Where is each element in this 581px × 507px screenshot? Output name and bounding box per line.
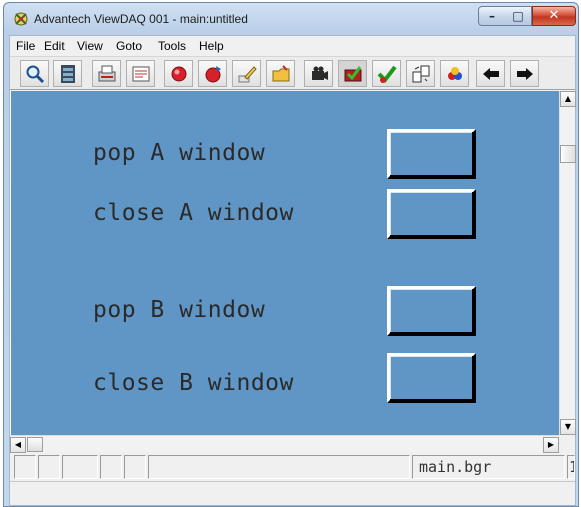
page-switch-button[interactable] — [406, 60, 435, 87]
status-cell — [38, 455, 60, 479]
print-preview-button[interactable] — [92, 60, 121, 87]
menu-edit[interactable]: Edit — [44, 39, 65, 53]
status-file-cell: main.bgr — [412, 455, 565, 479]
status-cell — [100, 455, 122, 479]
menu-goto[interactable]: Goto — [116, 39, 142, 53]
red-check-icon — [344, 66, 362, 82]
maximize-button[interactable]: □ — [505, 6, 532, 26]
scroll-up-button[interactable]: ▲ — [560, 91, 576, 107]
bottom-area — [10, 481, 575, 505]
pop-b-label: pop B window — [93, 297, 266, 323]
edit-button[interactable] — [232, 60, 261, 87]
close-icon: ✕ — [548, 8, 560, 23]
status-cell — [62, 455, 98, 479]
title-bar[interactable]: Advantech ViewDAQ 001 - main:untitled – … — [4, 3, 578, 33]
toolbar — [10, 56, 575, 90]
colors-icon — [448, 67, 462, 80]
menu-bar: File Edit View Goto Tools Help — [10, 36, 575, 56]
status-extra-cell: 1 — [567, 455, 575, 479]
report-icon — [132, 66, 150, 82]
maximize-icon: □ — [512, 9, 524, 23]
status-extra: 1 — [569, 458, 574, 476]
scroll-left-button[interactable]: ◀ — [10, 437, 26, 453]
minimize-icon: – — [489, 9, 495, 23]
red-check-button[interactable] — [338, 60, 367, 87]
vertical-scroll-thumb[interactable] — [560, 145, 576, 163]
open-button[interactable] — [266, 60, 295, 87]
menu-tools[interactable]: Tools — [158, 39, 186, 53]
vertical-scrollbar[interactable]: ▲ ▼ — [559, 91, 576, 435]
report-button[interactable] — [126, 60, 155, 87]
status-filename: main.bgr — [419, 458, 492, 476]
zoom-button[interactable] — [20, 60, 49, 87]
menu-help[interactable]: Help — [199, 39, 224, 53]
database-button[interactable] — [53, 60, 82, 87]
app-window: Advantech ViewDAQ 001 - main:untitled – … — [3, 2, 579, 507]
alarm-bell-icon — [171, 66, 187, 82]
close-a-label: close A window — [93, 200, 294, 226]
close-b-label: close B window — [93, 370, 294, 396]
horizontal-scrollbar[interactable]: ◀ ▶ — [10, 435, 559, 453]
menu-file[interactable]: File — [16, 39, 35, 53]
hmi-canvas: pop A window close A window pop B window… — [10, 91, 559, 435]
alarm-button[interactable] — [164, 60, 193, 87]
pop-a-button[interactable] — [387, 129, 476, 179]
zoom-icon — [26, 65, 45, 84]
status-bar: main.bgr 1 — [10, 453, 575, 481]
client-area: File Edit View Goto Tools Help pop A win… — [9, 35, 576, 506]
green-check-icon — [377, 65, 397, 84]
camera-button[interactable] — [304, 60, 333, 87]
status-cell — [14, 455, 36, 479]
camera-icon — [312, 66, 328, 80]
pencil-edit-icon — [238, 66, 257, 83]
minimize-button[interactable]: – — [478, 6, 506, 26]
close-a-button[interactable] — [387, 189, 476, 239]
pop-b-button[interactable] — [387, 286, 476, 336]
folder-icon — [272, 65, 290, 82]
scroll-down-button[interactable]: ▼ — [560, 419, 576, 435]
print-preview-icon — [98, 65, 116, 82]
pop-a-label: pop A window — [93, 140, 266, 166]
menu-view[interactable]: View — [77, 39, 103, 53]
window-title: Advantech ViewDAQ 001 - main:untitled — [34, 12, 248, 26]
arrow-right-icon — [517, 68, 533, 80]
close-button[interactable]: ✕ — [532, 6, 576, 26]
back-button[interactable] — [476, 60, 505, 87]
close-b-button[interactable] — [387, 353, 476, 403]
scroll-right-button[interactable]: ▶ — [543, 437, 559, 453]
status-cell — [124, 455, 146, 479]
arrow-left-icon — [483, 68, 499, 80]
colors-button[interactable] — [440, 60, 469, 87]
green-check-button[interactable] — [372, 60, 401, 87]
status-cell — [148, 455, 410, 479]
forward-button[interactable] — [510, 60, 539, 87]
app-logo-icon — [13, 11, 29, 27]
alarm-ack-icon — [205, 66, 221, 83]
database-icon — [61, 65, 75, 83]
horizontal-scroll-thumb[interactable] — [27, 437, 43, 452]
page-arrows-icon — [412, 65, 430, 83]
alarm-ack-button[interactable] — [198, 60, 227, 87]
